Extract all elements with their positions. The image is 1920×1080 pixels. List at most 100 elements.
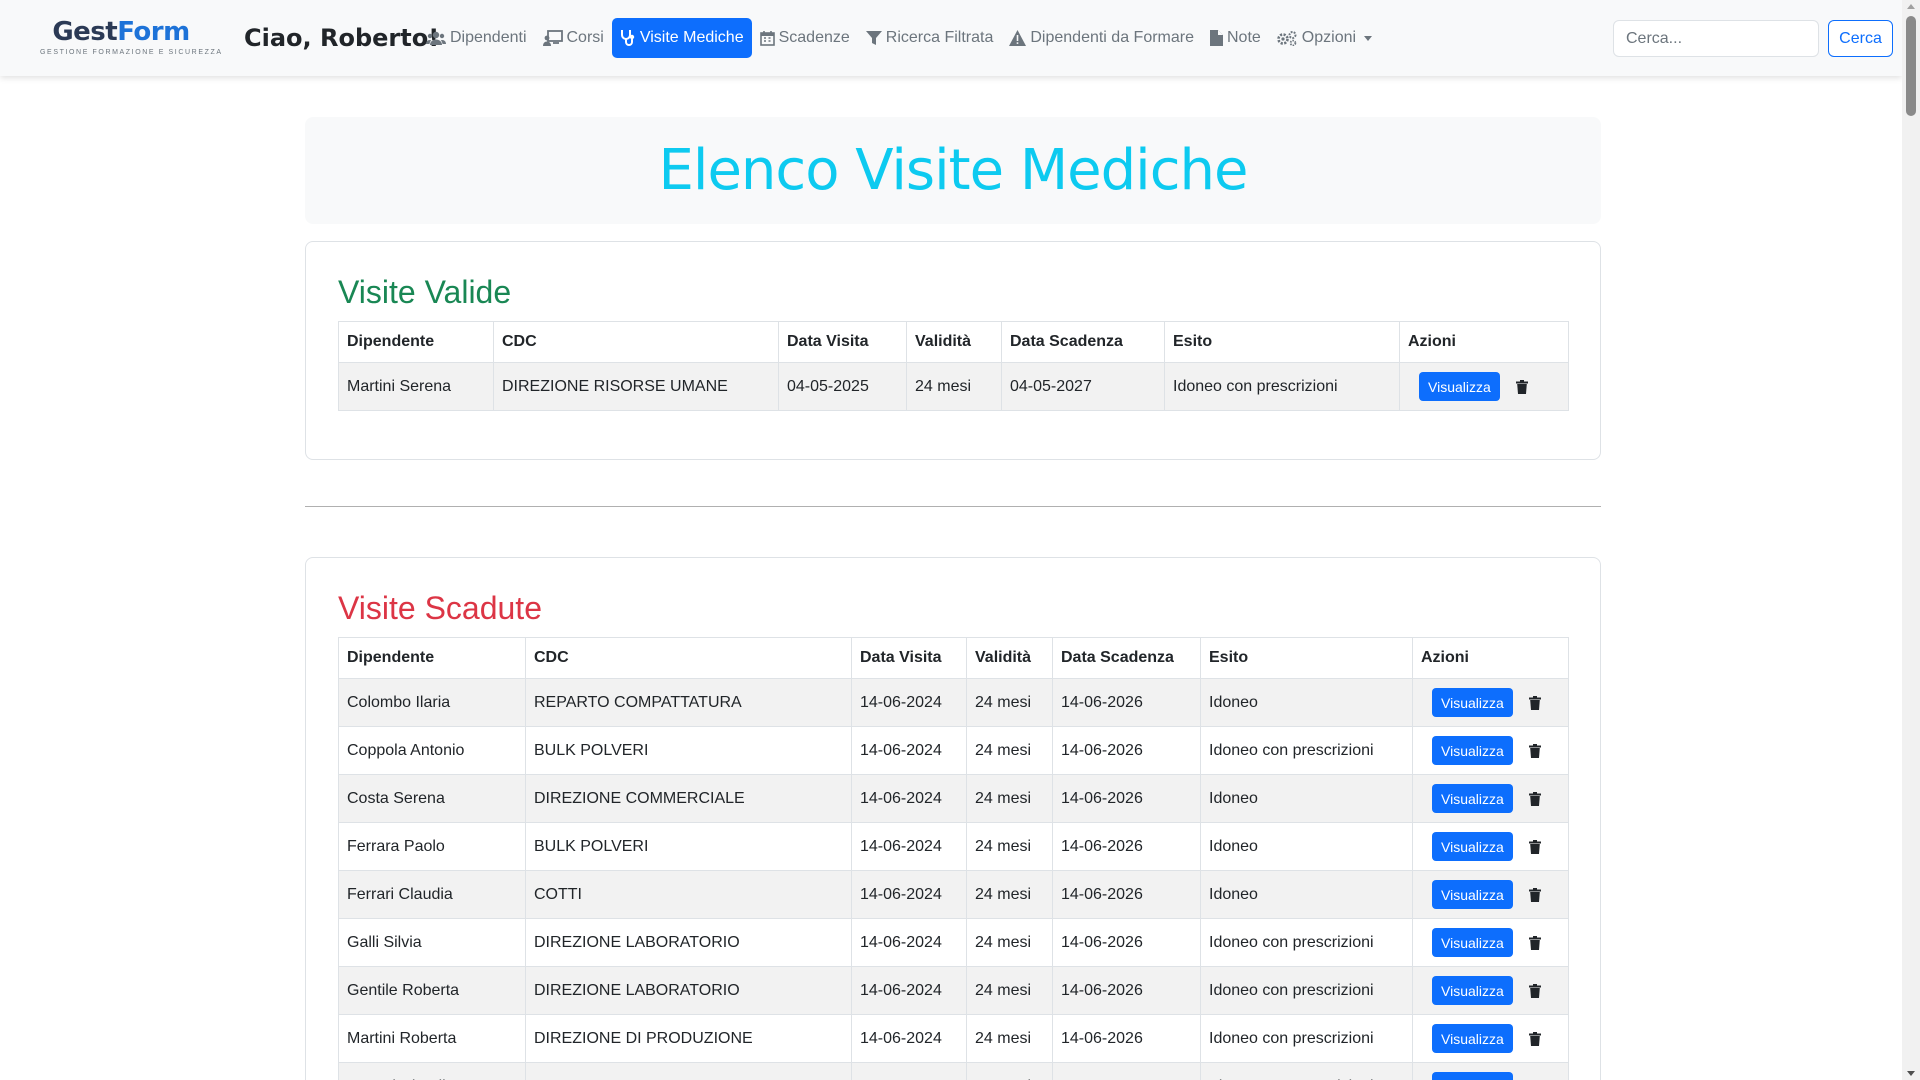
esito-cell: Idoneo [1200,870,1413,919]
view-button[interactable]: Visualizza [1432,1024,1513,1053]
nav-label-note: Note [1227,29,1261,46]
scroll-down-arrow-icon[interactable] [1907,1071,1915,1076]
file-icon [1210,30,1223,46]
brand-name-part1: Gest [52,17,118,47]
data-visita-cell: 14-06-2024 [851,918,967,967]
column-header: Azioni [1412,637,1569,679]
nav-label-ricerca-filtrata: Ricerca Filtrata [885,29,994,46]
actions-cell: Visualizza [1412,1014,1569,1063]
data-scadenza-cell: 14-06-2026 [1052,678,1201,727]
validita-cell: 24 mesi [966,966,1053,1015]
view-button[interactable]: Visualizza [1419,372,1500,401]
view-button[interactable]: Visualizza [1432,1072,1513,1080]
chalkboard-teacher-icon [542,30,563,46]
data-visita-cell: 14-06-2024 [851,1014,967,1063]
nav-item-dipendenti[interactable]: Dipendenti [418,18,535,58]
validita-cell: 24 mesi [966,1014,1053,1063]
esito-cell: Idoneo con prescrizioni [1200,966,1413,1015]
brand-tagline: GESTIONE FORMAZIONE E SICUREZZA [40,49,223,56]
row-actions: Visualizza [1421,928,1560,957]
esito-cell: Idoneo con prescrizioni [1200,1062,1413,1080]
dipendente-cell: Ferrari Claudia [338,870,526,919]
column-header: CDC [493,321,779,363]
data-visita-cell: 14-06-2024 [851,966,967,1015]
nav-item-corsi[interactable]: Corsi [535,18,612,58]
trash-icon[interactable] [1528,791,1541,806]
trash-icon[interactable] [1528,695,1541,710]
search-input[interactable] [1613,20,1819,57]
brand-logo[interactable]: GestForm GESTIONE FORMAZIONE E SICUREZZA [40,17,223,56]
main-nav: Dipendenti Corsi Visite Mediche Scadenze… [418,18,1380,58]
trash-icon[interactable] [1528,983,1541,998]
validita-cell: 24 mesi [966,822,1053,871]
nav-item-visite-mediche[interactable]: Visite Mediche [611,18,752,58]
actions-cell: Visualizza [1399,362,1569,411]
actions-cell: Visualizza [1412,726,1569,775]
dipendente-cell: Martini Roberta [338,1014,526,1063]
page-title: Elenco Visite Mediche [658,138,1249,203]
nav-item-dipendenti-da-formare[interactable]: Dipendenti da Formare [1001,18,1202,58]
table-row: Colombo Ilaria REPARTO COMPATTATURA 14-06-… [338,678,1569,727]
cdc-cell: REPARTO COMPATTATURA [525,678,852,727]
dipendente-cell: Colombo Ilaria [338,678,526,727]
actions-cell: Visualizza [1412,774,1569,823]
expired-visits-body: Colombo Ilaria REPARTO COMPATTATURA 14-06-… [338,678,1569,1080]
table-row: Gentile Roberta DIREZIONE LABORATORIO 14-0… [338,966,1569,1015]
validita-cell: 24 mesi [906,362,1002,411]
data-scadenza-cell: 14-06-2026 [1052,966,1201,1015]
row-actions: Visualizza [1421,736,1560,765]
nav-item-note[interactable]: Note [1202,18,1269,58]
scroll-up-arrow-icon[interactable] [1907,4,1915,9]
table-row: Martini Roberta DIREZIONE DI PRODUZIONE 14… [338,1014,1569,1063]
column-header: Validità [906,321,1002,363]
trash-icon[interactable] [1515,379,1528,394]
nav-item-scadenze[interactable]: Scadenze [752,18,858,58]
table-row: Ferrari Claudia COTTI 14-06-2024 24 mesi 14-… [338,870,1569,919]
cdc-cell: DIREZIONE RISORSE UMANE [493,362,779,411]
valid-visits-title: Visite Valide [338,274,512,310]
trash-icon[interactable] [1528,839,1541,854]
data-visita-cell: 04-05-2025 [778,362,907,411]
view-button[interactable]: Visualizza [1432,928,1513,957]
esito-cell: Idoneo con prescrizioni [1200,1014,1413,1063]
section-divider [305,506,1601,507]
column-header: Azioni [1399,321,1569,363]
column-header: Dipendente [338,321,494,363]
table-header-row: Dipendente CDC Data Visita Validità Data… [338,637,1569,679]
view-button[interactable]: Visualizza [1432,880,1513,909]
row-actions: Visualizza [1408,372,1560,401]
trash-icon[interactable] [1528,887,1541,902]
nav-label-dipendenti-da-formare: Dipendenti da Formare [1030,29,1194,46]
data-scadenza-cell: 14-06-2026 [1052,918,1201,967]
view-button[interactable]: Visualizza [1432,688,1513,717]
calendar-icon [759,30,775,46]
data-visita-cell: 14-06-2024 [851,870,967,919]
view-button[interactable]: Visualizza [1432,976,1513,1005]
data-scadenza-cell: 14-06-2026 [1052,822,1201,871]
expired-visits-title: Visite Scadute [338,590,542,626]
row-actions: Visualizza [1421,832,1560,861]
row-actions: Visualizza [1421,976,1560,1005]
dipendente-cell: Moretti Claudia [338,1062,526,1080]
brand-name-part2: Form [117,17,190,47]
scrollbar-thumb[interactable] [1906,16,1916,116]
warning-icon [1009,30,1027,46]
trash-icon[interactable] [1528,935,1541,950]
view-button[interactable]: Visualizza [1432,784,1513,813]
column-header: Data Scadenza [1001,321,1165,363]
table-row: Ferrara Paolo BULK POLVERI 14-06-2024 24 me… [338,822,1569,871]
trash-icon[interactable] [1528,743,1541,758]
nav-item-ricerca-filtrata[interactable]: Ricerca Filtrata [858,18,1002,58]
user-greeting: Ciao, Roberto! [244,24,440,52]
esito-cell: Idoneo con prescrizioni [1200,918,1413,967]
nav-item-opzioni[interactable]: Opzioni [1269,18,1380,58]
view-button[interactable]: Visualizza [1432,736,1513,765]
page-scrollbar[interactable] [1902,0,1920,1080]
validita-cell: 24 mesi [966,918,1053,967]
row-actions: Visualizza [1421,1072,1560,1080]
view-button[interactable]: Visualizza [1432,832,1513,861]
search-button[interactable]: Cerca [1828,20,1893,57]
nav-label-corsi: Corsi [566,29,604,46]
data-scadenza-cell: 14-06-2026 [1052,726,1201,775]
trash-icon[interactable] [1528,1031,1541,1046]
